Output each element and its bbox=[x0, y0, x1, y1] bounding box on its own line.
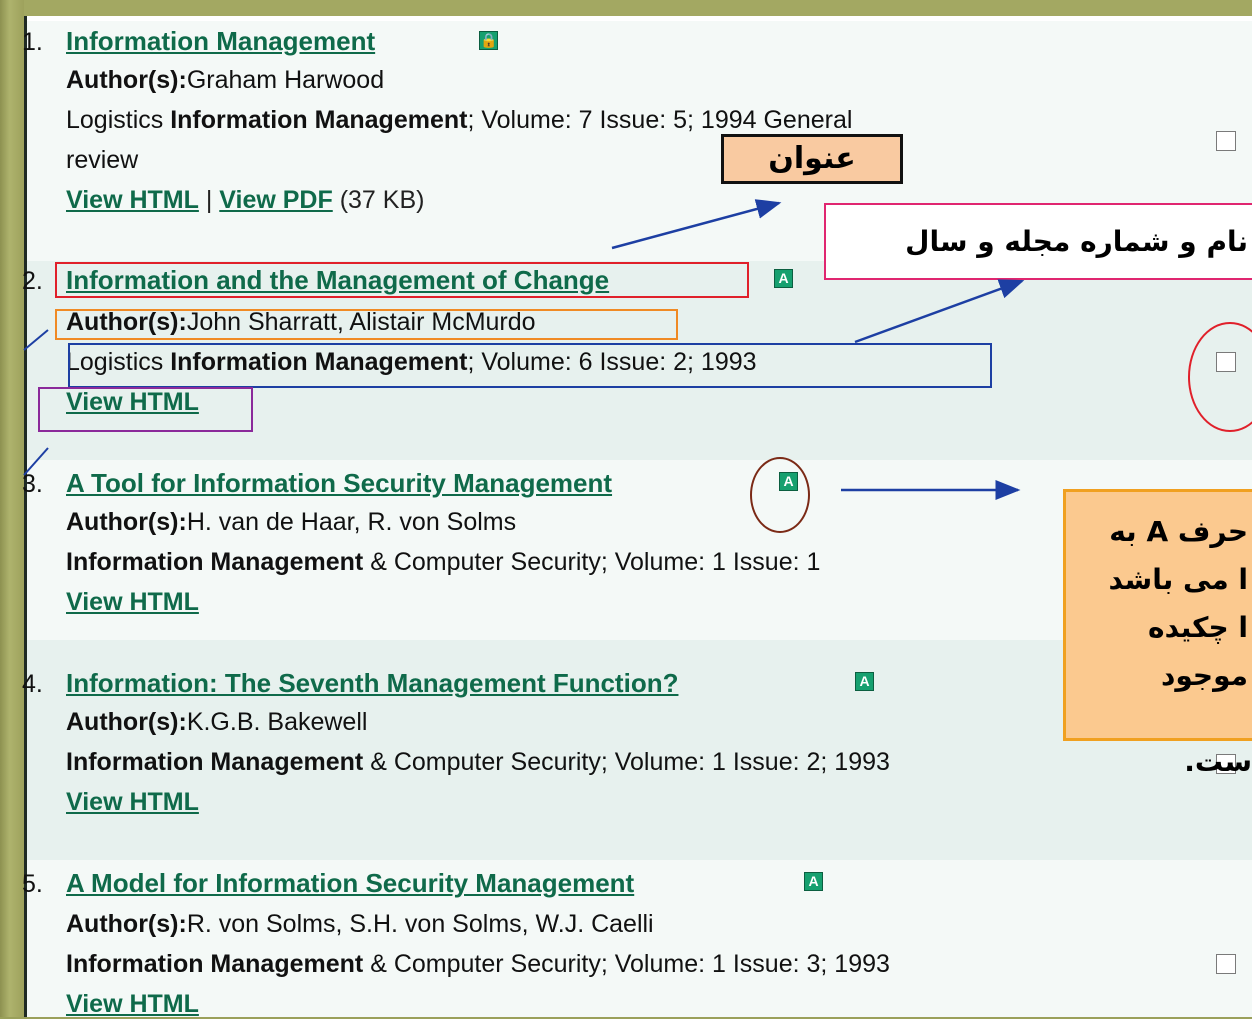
annotation-arrows bbox=[23, 199, 1025, 500]
title-arrow bbox=[611, 199, 782, 250]
journal-arrow bbox=[854, 279, 1025, 344]
left-pointer-line-2 bbox=[23, 447, 49, 476]
left-pointer-line-1 bbox=[23, 329, 49, 351]
